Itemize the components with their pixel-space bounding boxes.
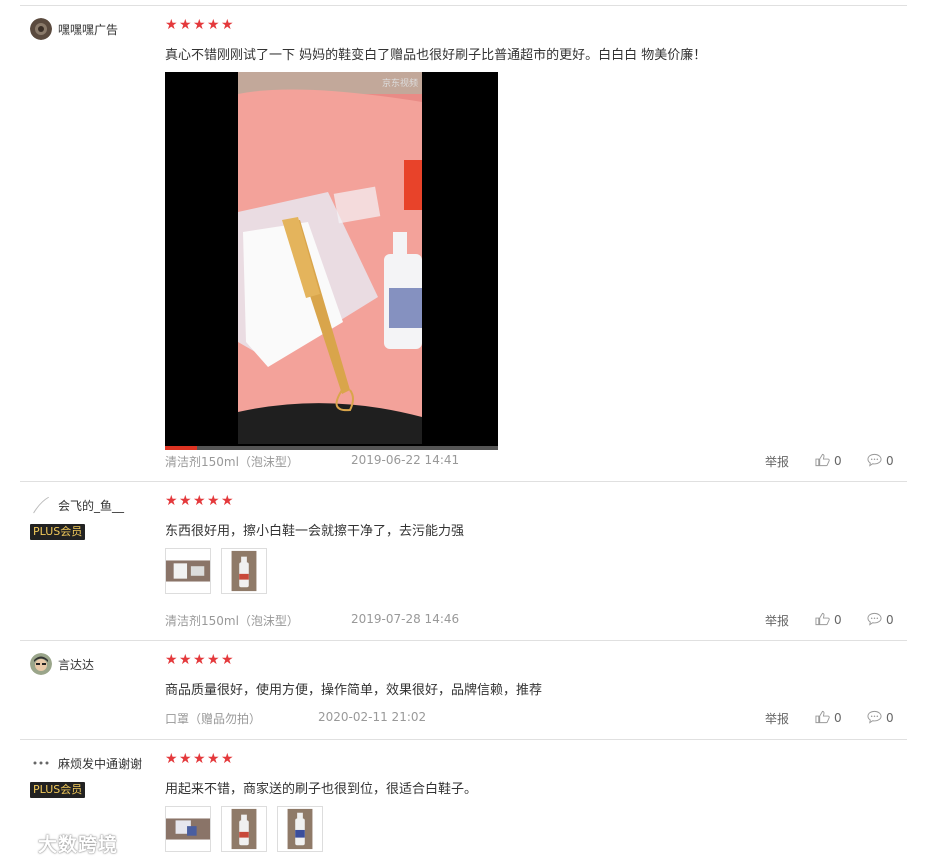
- review-photo-thumbnail[interactable]: [165, 806, 211, 852]
- star-rating: ★★★★★: [165, 752, 235, 766]
- video-frame: [238, 72, 422, 444]
- star-rating: ★★★★★: [165, 494, 235, 508]
- user-name: 嘿嘿嘿广告: [58, 22, 119, 37]
- star-icon: ★: [221, 493, 234, 509]
- plus-member-badge: PLUS会员: [30, 782, 86, 798]
- comment-icon: [867, 453, 882, 467]
- star-icon: ★: [179, 751, 192, 767]
- star-icon: ★: [165, 751, 178, 767]
- comment-icon: [867, 612, 882, 626]
- review-user: 嘿嘿嘿广告: [30, 18, 160, 40]
- logo-icon: [8, 836, 36, 852]
- comment-button[interactable]: 0: [867, 710, 894, 725]
- star-icon: ★: [165, 17, 178, 33]
- report-link[interactable]: 举报: [765, 710, 789, 727]
- star-icon: ★: [165, 652, 178, 668]
- star-rating: ★★★★★: [165, 18, 235, 32]
- star-icon: ★: [221, 652, 234, 668]
- video-progress-played: [165, 446, 197, 450]
- review-item: 会飞的_鱼__ PLUS会员 ★★★★★ 东西很好用，擦小白鞋一会就擦干净了，去…: [20, 481, 907, 640]
- video-progress-bar[interactable]: [165, 446, 498, 450]
- star-icon: ★: [179, 17, 192, 33]
- comment-button[interactable]: 0: [867, 612, 894, 627]
- review-date: 2020-02-11 21:02: [318, 710, 427, 724]
- review-user: 麻烦发中通谢谢 PLUS会员: [30, 752, 160, 798]
- thumbs-up-icon: [815, 710, 830, 724]
- video-watermark: 京东视频: [381, 79, 418, 89]
- review-item: 嘿嘿嘿广告 ★★★★★ 真心不错刚刚试了一下 妈妈的鞋变白了赠品也很好刷子比普通…: [20, 5, 907, 481]
- review-text: 真心不错刚刚试了一下 妈妈的鞋变白了赠品也很好刷子比普通超市的更好。白白白 物美…: [165, 48, 707, 63]
- star-icon: ★: [207, 751, 220, 767]
- thumbs-up-icon: [815, 453, 830, 467]
- star-icon: ★: [207, 652, 220, 668]
- like-button[interactable]: 0: [815, 453, 842, 468]
- star-icon: ★: [193, 652, 206, 668]
- review-photo-thumbnail[interactable]: [221, 806, 267, 852]
- star-icon: ★: [207, 493, 220, 509]
- review-date: 2019-07-28 14:46: [351, 612, 460, 626]
- star-icon: ★: [221, 17, 234, 33]
- review-date: 2019-06-22 14:41: [351, 453, 460, 467]
- user-avatar[interactable]: [30, 494, 52, 516]
- comment-icon: [867, 710, 882, 724]
- report-link[interactable]: 举报: [765, 612, 789, 629]
- comment-count: 0: [886, 613, 894, 627]
- review-photo-thumbnail[interactable]: [221, 548, 267, 594]
- review-text: 商品质量很好，使用方便，操作简单，效果很好，品牌信赖，推荐: [165, 683, 543, 698]
- user-avatar[interactable]: [30, 752, 52, 774]
- star-icon: ★: [179, 652, 192, 668]
- like-count: 0: [834, 454, 842, 468]
- review-item: 麻烦发中通谢谢 PLUS会员 ★★★★★ 用起来不错，商家送的刷子也很到位，很适…: [20, 739, 907, 863]
- user-name: 会飞的_鱼__: [58, 498, 125, 513]
- user-avatar[interactable]: [30, 653, 52, 675]
- review-user: 言达达: [30, 653, 160, 675]
- review-photo-thumbnail[interactable]: [165, 548, 211, 594]
- user-name: 麻烦发中通谢谢: [58, 756, 143, 771]
- product-variant: 清洁剂150ml（泡沫型）: [165, 614, 299, 628]
- user-name: 言达达: [58, 657, 95, 672]
- report-link[interactable]: 举报: [765, 453, 789, 470]
- star-icon: ★: [221, 751, 234, 767]
- review-video[interactable]: 京东视频: [165, 72, 498, 450]
- star-icon: ★: [193, 751, 206, 767]
- like-button[interactable]: 0: [815, 710, 842, 725]
- review-item: 言达达 ★★★★★ 商品质量很好，使用方便，操作简单，效果很好，品牌信赖，推荐 …: [20, 640, 907, 739]
- like-button[interactable]: 0: [815, 612, 842, 627]
- review-photo-thumbnail[interactable]: [277, 806, 323, 852]
- user-avatar[interactable]: [30, 18, 52, 40]
- watermark-text: 大数跨境: [38, 834, 119, 856]
- star-icon: ★: [165, 493, 178, 509]
- product-variant: 清洁剂150ml（泡沫型）: [165, 455, 299, 469]
- star-icon: ★: [179, 493, 192, 509]
- star-icon: ★: [193, 493, 206, 509]
- review-user: 会飞的_鱼__ PLUS会员: [30, 494, 160, 540]
- comment-count: 0: [886, 711, 894, 725]
- comment-button[interactable]: 0: [867, 453, 894, 468]
- product-variant: 口罩（赠品勿拍）: [165, 712, 262, 726]
- comment-count: 0: [886, 454, 894, 468]
- like-count: 0: [834, 711, 842, 725]
- star-icon: ★: [207, 17, 220, 33]
- star-icon: ★: [193, 17, 206, 33]
- review-text: 东西很好用，擦小白鞋一会就擦干净了，去污能力强: [165, 524, 465, 539]
- review-text: 用起来不错，商家送的刷子也很到位，很适合白鞋子。: [165, 782, 478, 797]
- plus-member-badge: PLUS会员: [30, 524, 86, 540]
- star-rating: ★★★★★: [165, 653, 235, 667]
- watermark-logo: 大数跨境: [8, 830, 118, 857]
- thumbs-up-icon: [815, 612, 830, 626]
- like-count: 0: [834, 613, 842, 627]
